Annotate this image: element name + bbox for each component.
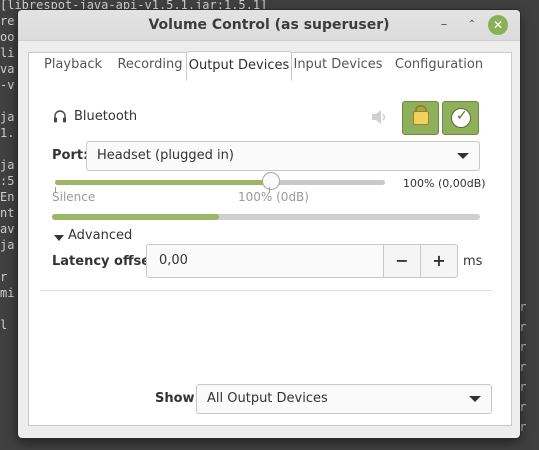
terminal-line: :5 xyxy=(0,174,15,188)
latency-offset-value: 0,00 xyxy=(159,253,188,268)
volume-control-window: Volume Control (as superuser) – ⌃ ✕ Play… xyxy=(18,10,520,438)
show-filter-value: All Output Devices xyxy=(207,391,328,406)
terminal-line: r xyxy=(0,270,8,284)
terminal-line: re xyxy=(0,14,15,28)
terminal-line: li xyxy=(0,46,15,60)
title-bar[interactable]: Volume Control (as superuser) – ⌃ ✕ xyxy=(18,10,520,41)
terminal-line: va xyxy=(0,62,15,76)
tab-recording[interactable]: Recording xyxy=(114,51,186,78)
volume-slider-handle[interactable] xyxy=(261,172,280,190)
close-button[interactable]: ✕ xyxy=(488,15,508,35)
port-label: Port: xyxy=(52,148,89,163)
tab-input-devices[interactable]: Input Devices xyxy=(292,51,384,78)
port-select-value: Headset (plugged in) xyxy=(97,148,234,163)
device-name: Bluetooth xyxy=(74,109,138,124)
volume-slider-track[interactable] xyxy=(55,180,385,185)
terminal-line: ja xyxy=(0,238,15,252)
volume-readout: 100% (0,00dB) xyxy=(403,177,486,190)
chevron-down-icon xyxy=(469,396,481,402)
terminal-line: En xyxy=(0,190,15,204)
advanced-expander[interactable]: Advanced xyxy=(68,228,132,243)
show-filter-select[interactable]: All Output Devices xyxy=(196,384,492,414)
maximize-button[interactable]: ⌃ xyxy=(463,16,481,34)
terminal-line: av xyxy=(0,222,15,236)
tab-output-devices[interactable]: Output Devices xyxy=(186,51,292,81)
speaker-mute-icon[interactable] xyxy=(371,110,389,124)
terminal-line: mi xyxy=(0,286,15,300)
terminal-line: ja xyxy=(0,110,15,124)
silence-label: Silence xyxy=(52,190,96,204)
volume-slider-fill xyxy=(55,180,270,185)
terminal-line: ja xyxy=(0,158,15,172)
set-default-button[interactable]: ✓ xyxy=(442,101,479,135)
chevron-down-icon xyxy=(457,153,469,159)
terminal-line: oo xyxy=(0,30,15,44)
tab-configuration[interactable]: Configuration xyxy=(388,51,490,78)
latency-decrease-button[interactable]: − xyxy=(383,244,421,278)
terminal-line: -v xyxy=(0,78,15,92)
latency-unit: ms xyxy=(463,254,483,269)
terminal-line: 1. xyxy=(0,126,15,140)
port-select[interactable]: Headset (plugged in) xyxy=(86,141,480,171)
tab-playback[interactable]: Playback xyxy=(34,51,112,78)
expander-down-icon[interactable] xyxy=(54,235,64,241)
show-label: Show: xyxy=(155,391,200,406)
terminal-line: nt xyxy=(0,206,15,220)
terminal-line: l xyxy=(0,318,8,332)
headset-icon xyxy=(52,109,68,125)
separator xyxy=(40,290,492,291)
100-percent-label: 100% (0dB) xyxy=(238,190,309,204)
minimize-button[interactable]: – xyxy=(435,16,453,34)
checkmark-icon: ✓ xyxy=(451,108,471,128)
peak-level-fill xyxy=(52,214,219,220)
lock-channels-button[interactable] xyxy=(402,101,439,135)
latency-offset-input[interactable]: 0,00 xyxy=(146,244,384,278)
latency-increase-button[interactable]: + xyxy=(420,244,458,278)
peak-level-meter xyxy=(52,214,480,220)
